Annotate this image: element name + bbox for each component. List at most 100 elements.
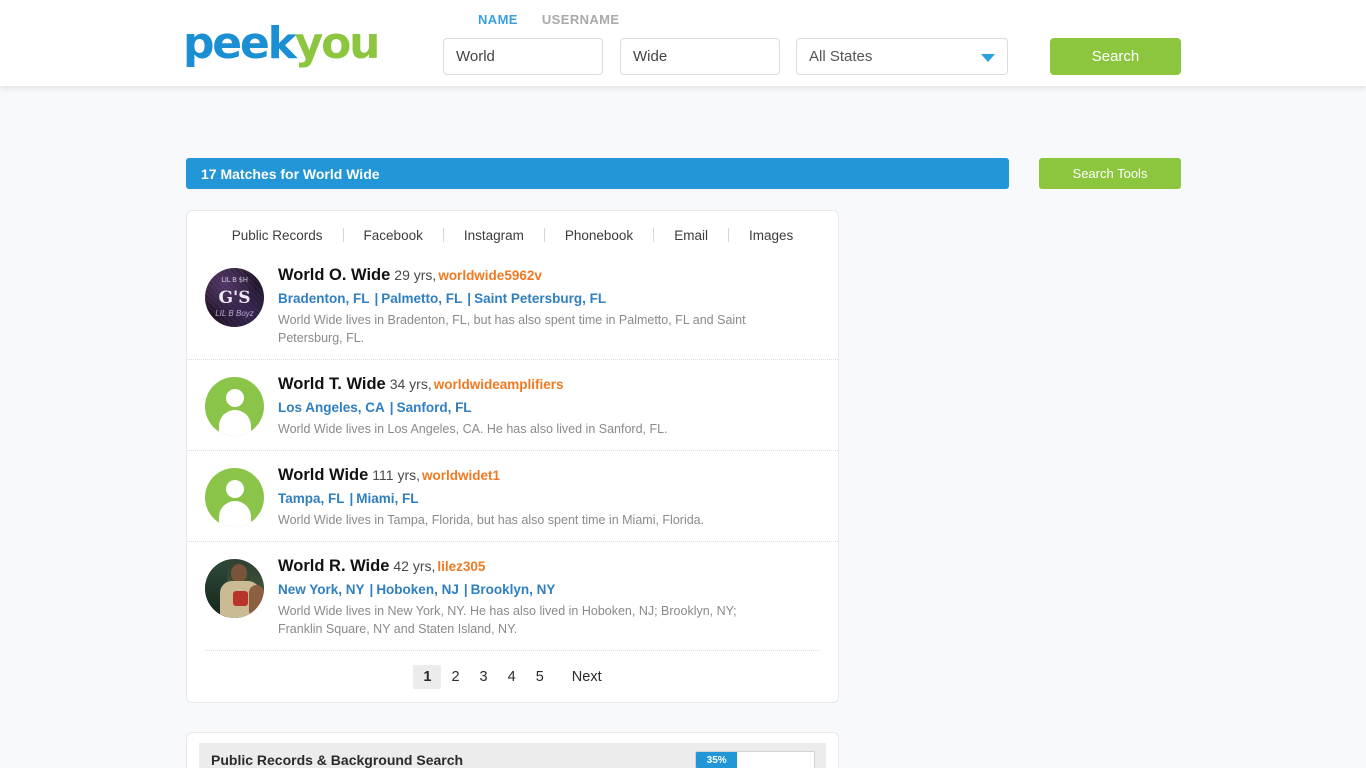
result-description: World Wide lives in New York, NY. He has… bbox=[278, 604, 737, 636]
results-card: Public Records Facebook Instagram Phoneb… bbox=[186, 210, 839, 703]
tab-instagram[interactable]: Instagram bbox=[444, 228, 544, 243]
location-link[interactable]: Saint Petersburg, FL bbox=[474, 291, 606, 306]
person-silhouette-icon bbox=[225, 480, 244, 498]
person-age: 111 yrs, bbox=[372, 467, 421, 483]
name-line: World T. Wide 34 yrs, worldwideamplifiers bbox=[278, 374, 820, 395]
page-link-1[interactable]: 1 bbox=[413, 664, 442, 689]
name-line: World O. Wide 29 yrs, worldwide5962v bbox=[278, 265, 820, 286]
background-search-bar: Public Records & Background Search 35% bbox=[199, 743, 826, 768]
location-line: Los Angeles, CA | Sanford, FL bbox=[278, 398, 820, 417]
person-silhouette-body-icon bbox=[218, 501, 251, 527]
progress-bar: 35% bbox=[695, 751, 815, 768]
location-link[interactable]: Hoboken, NJ bbox=[376, 582, 459, 597]
person-name[interactable]: World Wide bbox=[278, 466, 368, 484]
tab-name[interactable]: NAME bbox=[478, 12, 518, 27]
page-link-4[interactable]: 4 bbox=[498, 665, 526, 689]
avatar-placeholder[interactable] bbox=[205, 468, 264, 527]
search-button[interactable]: Search bbox=[1050, 38, 1181, 75]
location-link[interactable]: Palmetto, FL bbox=[381, 291, 462, 306]
avatar-person-head bbox=[231, 564, 247, 582]
page-link-5[interactable]: 5 bbox=[526, 665, 554, 689]
results-header-row: 17 Matches for World Wide Search Tools bbox=[0, 158, 1366, 192]
page-link-3[interactable]: 3 bbox=[470, 665, 498, 689]
location-divider: | bbox=[369, 582, 374, 597]
pagination: 1 2 3 4 5 Next bbox=[205, 650, 820, 702]
person-age: 34 yrs, bbox=[389, 376, 432, 392]
matches-count-bar: 17 Matches for World Wide bbox=[186, 158, 1009, 189]
location-line: Bradenton, FL | Palmetto, FL | Saint Petersb… bbox=[278, 289, 820, 308]
location-divider: | bbox=[467, 291, 472, 306]
person-name[interactable]: World O. Wide bbox=[278, 266, 390, 284]
result-item[interactable]: World T. Wide 34 yrs, worldwideamplifiers … bbox=[187, 359, 838, 450]
tab-phonebook[interactable]: Phonebook bbox=[545, 228, 653, 243]
result-description: World Wide lives in Los Angeles, CA. He … bbox=[278, 422, 668, 436]
person-name[interactable]: World T. Wide bbox=[278, 375, 386, 393]
background-search-card: Public Records & Background Search 35% bbox=[186, 732, 839, 768]
person-silhouette-icon bbox=[225, 389, 244, 407]
location-line: Tampa, FL | Miami, FL bbox=[278, 489, 820, 508]
site-header: peekyou NAME USERNAME All States Search bbox=[0, 0, 1366, 86]
name-line: World Wide 111 yrs, worldwidet1 bbox=[278, 465, 820, 486]
avatar-text-bottom: LIL B Boyz bbox=[215, 309, 254, 318]
location-link[interactable]: Miami, FL bbox=[356, 491, 418, 506]
avatar-person-arm bbox=[249, 585, 264, 618]
avatar-text-top: LIL B $H bbox=[221, 276, 248, 284]
page-link-next[interactable]: Next bbox=[562, 665, 612, 689]
result-list: LIL B $H G'S LIL B Boyz World O. Wide 29 … bbox=[187, 259, 838, 650]
person-silhouette-body-icon bbox=[218, 410, 251, 436]
state-select-value: All States bbox=[809, 48, 873, 65]
result-item[interactable]: World R. Wide 42 yrs, lilez305 New York, N… bbox=[187, 541, 838, 650]
background-search-title: Public Records & Background Search bbox=[211, 752, 464, 768]
search-tools-button[interactable]: Search Tools bbox=[1039, 158, 1181, 189]
page-link-2[interactable]: 2 bbox=[441, 665, 469, 689]
result-category-tabs: Public Records Facebook Instagram Phoneb… bbox=[187, 211, 838, 259]
location-link[interactable]: New York, NY bbox=[278, 582, 365, 597]
logo-text-you: you bbox=[294, 18, 381, 69]
avatar-placeholder[interactable] bbox=[205, 377, 264, 436]
tab-images[interactable]: Images bbox=[729, 228, 813, 243]
result-description: World Wide lives in Bradenton, FL, but h… bbox=[278, 313, 746, 345]
first-name-input[interactable] bbox=[443, 38, 603, 75]
logo-text-peek: peek bbox=[183, 18, 297, 69]
location-divider: | bbox=[374, 291, 379, 306]
result-body: World T. Wide 34 yrs, worldwideamplifiers … bbox=[278, 374, 820, 438]
person-handle[interactable]: lilez305 bbox=[437, 559, 485, 574]
state-select[interactable]: All States bbox=[796, 38, 1008, 75]
avatar-text-mid: G'S bbox=[218, 288, 251, 308]
person-age: 29 yrs, bbox=[394, 267, 437, 283]
result-item[interactable]: LIL B $H G'S LIL B Boyz World O. Wide 29 … bbox=[187, 259, 838, 359]
search-mode-tabs: NAME USERNAME bbox=[478, 12, 620, 27]
result-description: World Wide lives in Tampa, Florida, but … bbox=[278, 513, 705, 527]
person-handle[interactable]: worldwideamplifiers bbox=[434, 377, 564, 392]
location-line: New York, NY | Hoboken, NJ | Brooklyn, NY bbox=[278, 580, 820, 599]
avatar-shirt-graphic bbox=[233, 591, 248, 606]
location-link[interactable]: Tampa, FL bbox=[278, 491, 345, 506]
progress-bar-label: 35% bbox=[706, 754, 727, 766]
result-body: World R. Wide 42 yrs, lilez305 New York, N… bbox=[278, 556, 820, 638]
name-line: World R. Wide 42 yrs, lilez305 bbox=[278, 556, 820, 577]
avatar[interactable]: LIL B $H G'S LIL B Boyz bbox=[205, 268, 264, 327]
location-link[interactable]: Los Angeles, CA bbox=[278, 400, 385, 415]
location-link[interactable]: Brooklyn, NY bbox=[471, 582, 556, 597]
tab-facebook[interactable]: Facebook bbox=[344, 228, 443, 243]
result-item[interactable]: World Wide 111 yrs, worldwidet1 Tampa, FL |… bbox=[187, 450, 838, 541]
person-name[interactable]: World R. Wide bbox=[278, 557, 389, 575]
person-handle[interactable]: worldwide5962v bbox=[438, 268, 542, 283]
last-name-input[interactable] bbox=[620, 38, 780, 75]
tab-email[interactable]: Email bbox=[654, 228, 728, 243]
location-link[interactable]: Sanford, FL bbox=[397, 400, 472, 415]
result-body: World O. Wide 29 yrs, worldwide5962v Brade… bbox=[278, 265, 820, 347]
location-divider: | bbox=[463, 582, 468, 597]
search-form: All States Search bbox=[443, 38, 1181, 75]
tab-username[interactable]: USERNAME bbox=[542, 12, 620, 27]
person-handle[interactable]: worldwidet1 bbox=[422, 468, 500, 483]
location-link[interactable]: Bradenton, FL bbox=[278, 291, 370, 306]
avatar[interactable] bbox=[205, 559, 264, 618]
result-body: World Wide 111 yrs, worldwidet1 Tampa, FL |… bbox=[278, 465, 820, 529]
person-age: 42 yrs, bbox=[393, 558, 436, 574]
chevron-down-icon bbox=[981, 53, 995, 62]
tab-public-records[interactable]: Public Records bbox=[212, 228, 343, 243]
location-divider: | bbox=[389, 400, 394, 415]
peekyou-logo[interactable]: peekyou bbox=[183, 22, 380, 66]
location-divider: | bbox=[349, 491, 354, 506]
